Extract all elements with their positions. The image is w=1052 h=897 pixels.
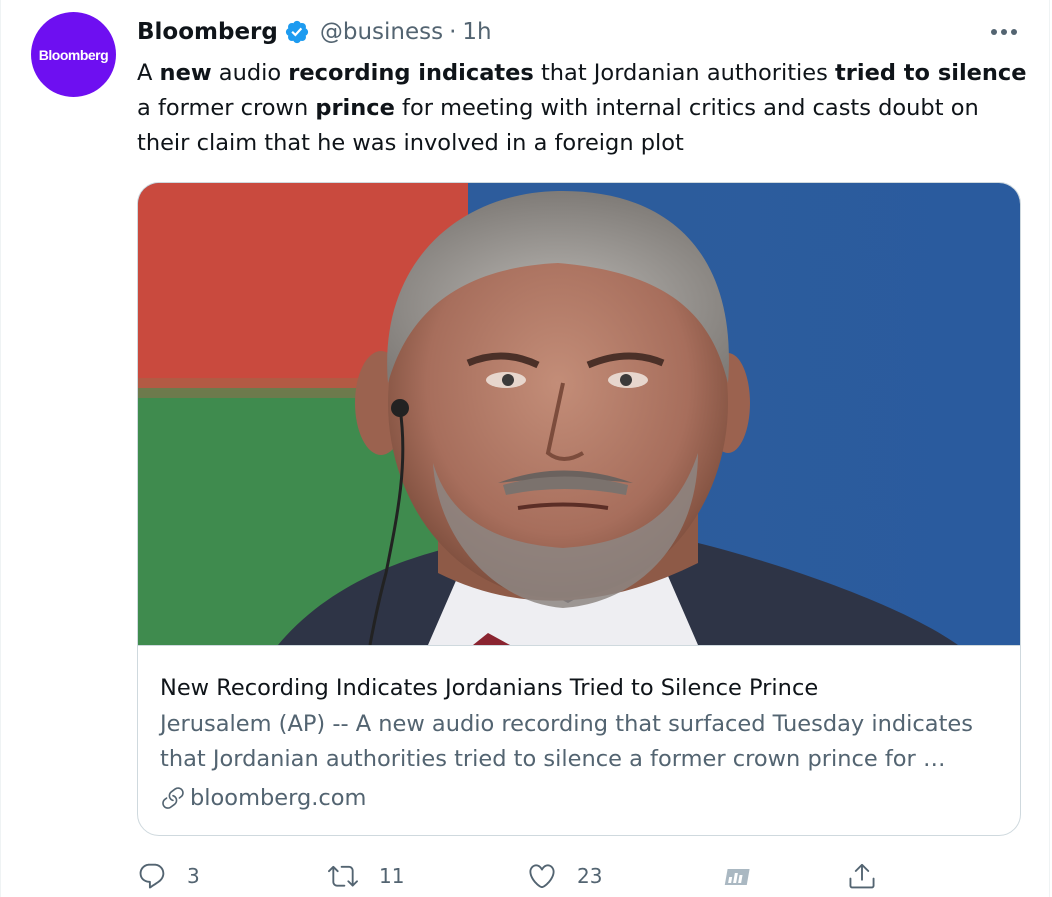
- tweet-text: A new audio recording indicates that Jor…: [137, 56, 1027, 161]
- avatar-label: Bloomberg: [38, 46, 109, 63]
- tweet-text-segment: A: [137, 60, 160, 86]
- tweet-text-highlight: new: [159, 60, 212, 86]
- heart-icon: [529, 864, 555, 889]
- tweet-text-segment: that Jordanian authorities: [533, 60, 836, 86]
- reply-button[interactable]: 3: [137, 856, 200, 896]
- more-options-button[interactable]: [984, 20, 1024, 44]
- link-card[interactable]: New Recording Indicates Jordanians Tried…: [137, 182, 1021, 836]
- link-icon: [162, 787, 184, 809]
- more-icon: [991, 29, 1017, 35]
- tweet-text-highlight: recording indicates: [288, 60, 534, 86]
- tweet[interactable]: Bloomberg Bloomberg @business · 1h A new…: [0, 0, 1050, 897]
- reply-icon: [139, 863, 165, 889]
- like-button[interactable]: 23: [527, 856, 602, 896]
- tweet-text-highlight: prince: [315, 95, 395, 121]
- share-icon: [849, 863, 875, 889]
- like-count: 23: [577, 864, 603, 888]
- tweet-actions: 3 11 23: [137, 856, 887, 896]
- card-text: New Recording Indicates Jordanians Tried…: [160, 671, 1010, 815]
- account-handle[interactable]: @business: [320, 19, 443, 45]
- card-description: Jerusalem (AP) -- A new audio recording …: [160, 711, 973, 772]
- tweet-text-segment: audio: [211, 60, 289, 86]
- tweet-timestamp[interactable]: 1h: [462, 19, 491, 45]
- card-domain-text[interactable]: bloomberg.com: [190, 781, 366, 815]
- account-name[interactable]: Bloomberg: [137, 19, 278, 45]
- header-separator: ·: [449, 19, 457, 45]
- card-image[interactable]: [138, 183, 1020, 646]
- tweet-text-highlight: tried to silence: [835, 60, 1027, 86]
- card-title[interactable]: New Recording Indicates Jordanians Tried…: [160, 671, 1010, 705]
- analytics-icon: [724, 869, 750, 885]
- retweet-button[interactable]: 11: [327, 856, 404, 896]
- card-domain: bloomberg.com: [160, 781, 1010, 815]
- retweet-count: 11: [379, 864, 405, 888]
- retweet-icon: [328, 865, 358, 887]
- tweet-header: Bloomberg @business · 1h: [137, 16, 492, 48]
- avatar[interactable]: Bloomberg: [31, 12, 116, 97]
- share-button[interactable]: [847, 856, 877, 896]
- verified-badge-icon: [284, 19, 310, 45]
- tweet-text-segment: a former crown: [137, 95, 316, 121]
- reply-count: 3: [187, 864, 200, 888]
- analytics-button[interactable]: [722, 856, 752, 896]
